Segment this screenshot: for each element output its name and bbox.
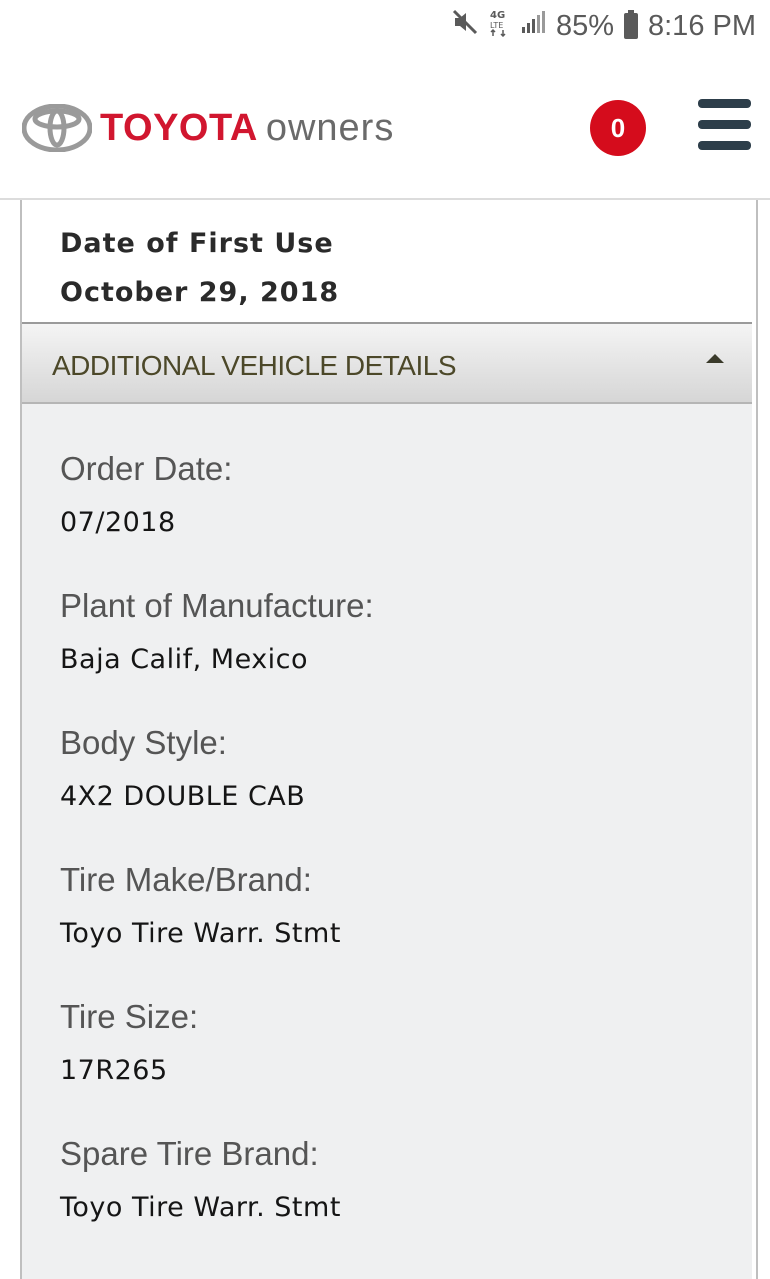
status-bar: 4G LTE 85% 8:16 PM xyxy=(0,0,770,52)
detail-tire-make-brand: Tire Make/Brand: Toyo Tire Warr. Stmt xyxy=(60,860,341,951)
vehicle-info-panel: Date of First Use October 29, 2018 ADDIT… xyxy=(20,200,758,1279)
detail-value: Toyo Tire Warr. Stmt xyxy=(60,1192,341,1223)
clock-time: 8:16 PM xyxy=(648,9,756,42)
additional-details-accordion-header[interactable]: ADDITIONAL VEHICLE DETAILS xyxy=(22,324,752,404)
battery-icon xyxy=(624,10,638,39)
detail-body-style: Body Style: 4X2 DOUBLE CAB xyxy=(60,723,305,814)
detail-label: Plant of Manufacture: xyxy=(60,587,374,624)
caret-up-icon xyxy=(706,354,724,363)
accordion-title: ADDITIONAL VEHICLE DETAILS xyxy=(52,350,457,381)
detail-label: Order Date: xyxy=(60,450,233,487)
detail-tire-size: Tire Size: 17R265 xyxy=(60,997,198,1088)
battery-percent: 85% xyxy=(555,9,614,42)
first-use-label: Date of First Use xyxy=(60,228,334,259)
svg-text:4G: 4G xyxy=(490,10,505,21)
detail-order-date: Order Date: 07/2018 xyxy=(60,449,232,540)
additional-details-body: Order Date: 07/2018 Plant of Manufacture… xyxy=(22,404,752,1279)
logo-suffix-text: owners xyxy=(265,107,395,149)
hamburger-menu-icon[interactable] xyxy=(698,99,752,153)
toyota-emblem-icon xyxy=(22,104,92,152)
detail-plant-of-manufacture: Plant of Manufacture: Baja Calif, Mexico xyxy=(60,586,374,677)
app-header: TOYOTA owners 0 xyxy=(0,52,770,200)
detail-value: 07/2018 xyxy=(60,507,176,538)
detail-spare-tire-brand: Spare Tire Brand: Toyo Tire Warr. Stmt xyxy=(60,1134,341,1225)
detail-label: Tire Make/Brand: xyxy=(60,861,312,898)
detail-label: Spare Tire Brand: xyxy=(60,1135,319,1172)
detail-value: 4X2 DOUBLE CAB xyxy=(60,781,306,812)
mute-icon xyxy=(452,9,478,43)
4g-lte-icon: 4G LTE xyxy=(488,7,510,45)
detail-value: Toyo Tire Warr. Stmt xyxy=(60,918,341,949)
status-bar-right: 4G LTE 85% 8:16 PM xyxy=(452,8,756,44)
svg-text:LTE: LTE xyxy=(490,21,503,30)
first-use-value: October 29, 2018 xyxy=(60,277,340,308)
detail-value: Baja Calif, Mexico xyxy=(60,644,309,675)
signal-icon xyxy=(520,9,546,43)
detail-value: 17R265 xyxy=(60,1055,168,1086)
detail-label: Body Style: xyxy=(60,724,227,761)
notification-count-badge[interactable]: 0 xyxy=(590,100,646,156)
logo-brand-text: TOYOTA xyxy=(100,107,258,149)
first-use-section: Date of First Use October 29, 2018 xyxy=(22,200,752,324)
detail-label: Tire Size: xyxy=(60,998,199,1035)
toyota-owners-logo[interactable]: TOYOTA owners xyxy=(22,104,394,152)
